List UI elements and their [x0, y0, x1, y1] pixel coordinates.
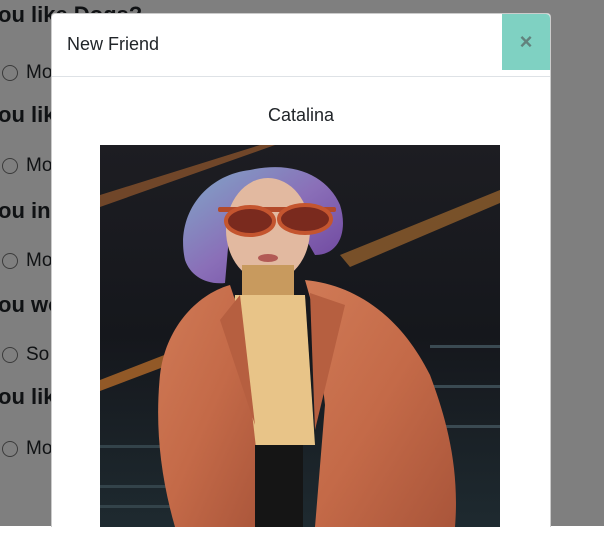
close-icon: × [519, 29, 533, 54]
friend-name: Catalina [267, 105, 335, 125]
close-button[interactable]: × [502, 14, 550, 70]
modal-title: New Friend [67, 34, 160, 54]
friend-photo [100, 145, 500, 527]
modal-header: New Friend × [52, 14, 550, 77]
page-bottom-strip [0, 526, 604, 534]
new-friend-modal: New Friend × Catalina [51, 13, 551, 527]
